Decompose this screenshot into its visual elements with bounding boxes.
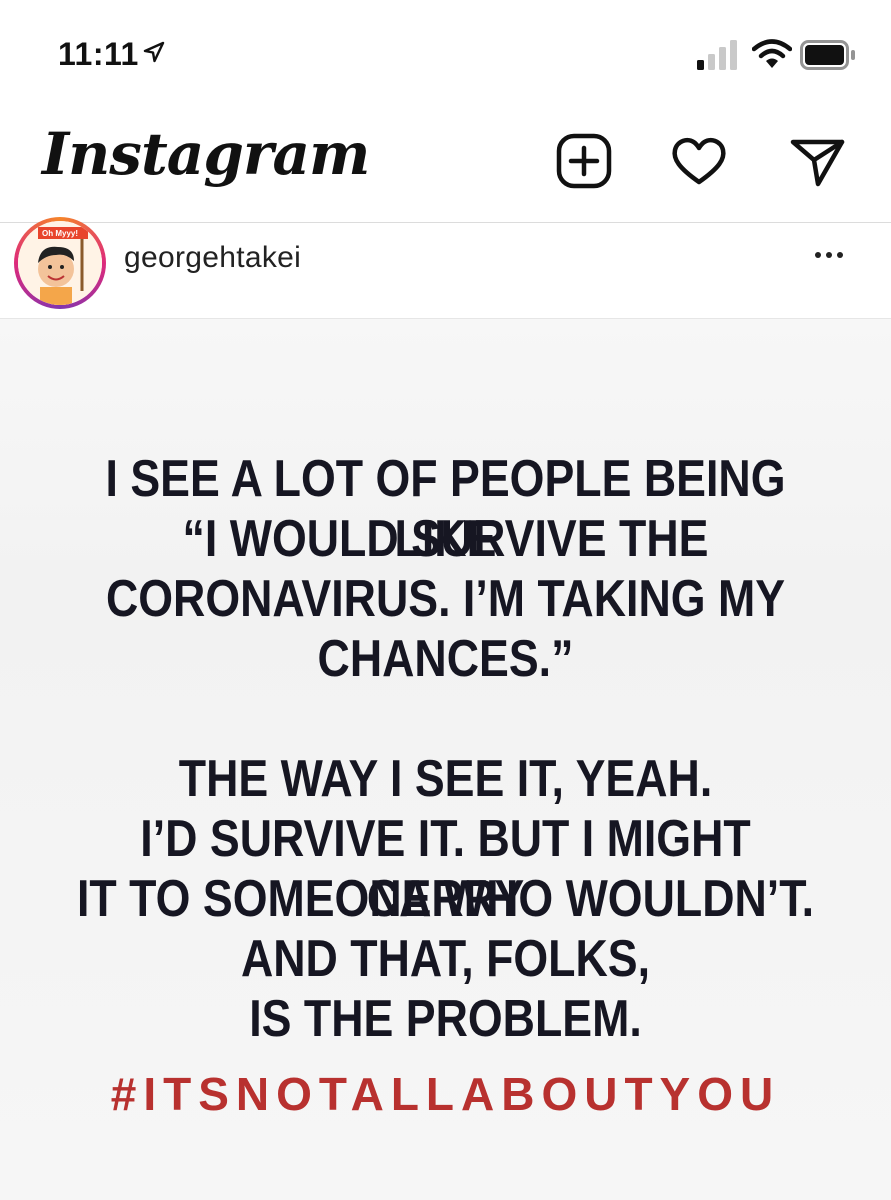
wifi-icon: [752, 39, 792, 68]
meme-text-line: CHANCES.”: [317, 630, 574, 688]
status-time: 11:11: [58, 36, 139, 72]
app-header: Instagram: [0, 110, 891, 223]
heart-icon[interactable]: [670, 132, 728, 190]
meme-text-line: AND THAT, FOLKS,: [240, 930, 651, 988]
meme-text-line: CORONAVIRUS. I’M TAKING MY: [105, 570, 786, 628]
meme-hashtag: #ITSNOTALLABOUTYOU: [110, 1068, 781, 1120]
avatar-illustration: Oh Myyy!: [18, 221, 102, 305]
post-header: Oh Myyy! georgehtakei: [0, 217, 891, 319]
status-bar: 11:11: [0, 0, 891, 110]
battery-icon: [800, 40, 855, 70]
avatar-sign-text: Oh Myyy!: [42, 229, 78, 238]
post-username[interactable]: georgehtakei: [124, 241, 301, 275]
post-image[interactable]: I SEE A LOT OF PEOPLE BEING LIKE “I WOUL…: [0, 319, 891, 1200]
direct-message-icon[interactable]: [788, 132, 846, 190]
avatar-image: Oh Myyy!: [18, 221, 102, 305]
app-title: Instagram: [42, 120, 370, 188]
meme-text-line: IS THE PROBLEM.: [249, 990, 642, 1048]
new-post-icon[interactable]: [555, 132, 613, 190]
meme-text-line: IT TO SOMEONE WHO WOULDN’T.: [76, 870, 815, 928]
meme-text-line: “I WOULD SURVIVE THE: [182, 510, 709, 568]
avatar[interactable]: Oh Myyy!: [14, 217, 106, 309]
cellular-signal-icon: [697, 40, 737, 70]
location-arrow-icon: [143, 41, 165, 63]
more-options-icon[interactable]: [815, 245, 859, 265]
meme-text-line: THE WAY I SEE IT, YEAH.: [178, 750, 713, 808]
